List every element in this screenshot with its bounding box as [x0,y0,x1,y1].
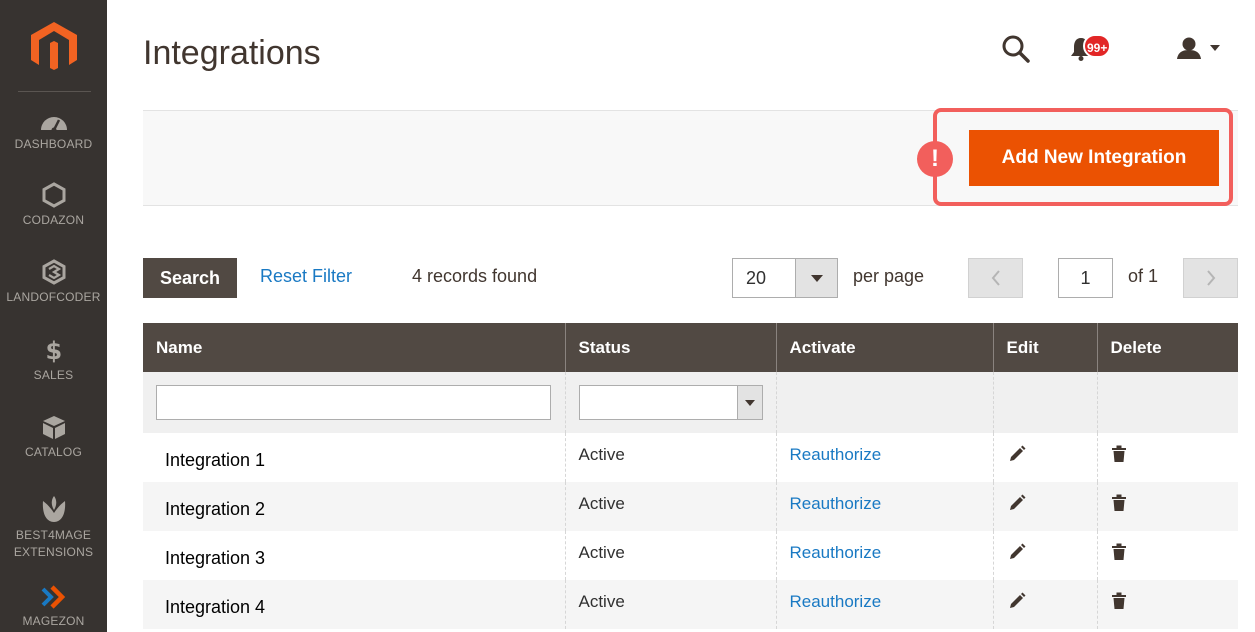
edit-cell [993,580,1098,629]
column-header-status[interactable]: Status [565,323,777,372]
reauthorize-link[interactable]: Reauthorize [776,482,994,531]
sidebar-item-landofcoder[interactable]: LANDOFCODER [0,259,107,306]
chevron-down-icon [1210,45,1220,51]
table-row[interactable]: Integration 4 Active Reauthorize [143,580,1238,629]
alert-icon: ! [917,141,953,177]
integration-name: Integration 2 [143,482,566,531]
sidebar-item-codazon[interactable]: CODAZON [0,182,107,229]
per-page-label: per page [853,266,925,286]
sidebar-item-label: CODAZON [22,213,85,227]
landofcoder-logo-icon [42,259,65,285]
integration-status: Active [565,482,777,531]
column-header-edit: Edit [993,323,1098,372]
integration-name: Integration 3 [143,531,566,580]
next-page-button[interactable] [1183,258,1238,298]
pencil-icon[interactable] [1007,444,1027,464]
sidebar-item-label: LANDOFCODER [6,290,101,304]
dashboard-gauge-icon [40,117,67,132]
grid-header-row: Name Status Activate Edit Delete [143,323,1238,372]
pencil-icon[interactable] [1007,542,1027,562]
edit-cell [993,433,1098,482]
per-page-select[interactable]: 20 [732,258,838,298]
page-title: Integrations [143,34,321,72]
status-filter-select[interactable] [578,385,763,420]
notification-count-badge[interactable]: 99+ [1083,34,1112,58]
sidebar-item-label: CATALOG [25,445,82,459]
chevron-down-icon[interactable] [736,386,762,419]
pencil-icon[interactable] [1007,493,1027,513]
edit-cell [993,482,1098,531]
sidebar-divider [18,91,91,92]
total-pages-label: of 1 [1128,266,1159,286]
reauthorize-link[interactable]: Reauthorize [776,580,994,629]
sidebar-item-label: BEST4MAGE [15,528,92,542]
hexagon-icon [42,182,65,208]
chevron-down-icon[interactable] [795,259,837,297]
pencil-icon[interactable] [1007,591,1027,611]
sidebar-item-sales[interactable]: $ SALES [0,337,107,384]
sidebar-item-best4mage[interactable]: BEST4MAGE EXTENSIONS [0,495,107,561]
table-row[interactable]: Integration 3 Active Reauthorize [143,531,1238,580]
trash-icon[interactable] [1111,591,1127,611]
grid-filter-row [143,372,1238,433]
integration-status: Active [565,531,777,580]
integration-status: Active [565,433,777,482]
chevron-right-icon [1206,270,1215,286]
integration-name: Integration 1 [143,433,566,482]
delete-cell [1097,482,1238,531]
column-header-delete: Delete [1097,323,1238,372]
sidebar-item-label: SALES [33,368,74,382]
search-button[interactable]: Search [143,258,237,298]
sidebar-item-label: MAGEZON [22,614,85,628]
sidebar-item-dashboard[interactable]: DASHBOARD [0,110,107,153]
integration-status: Active [565,580,777,629]
integration-name: Integration 4 [143,580,566,629]
reauthorize-link[interactable]: Reauthorize [776,531,994,580]
trash-icon[interactable] [1111,493,1127,513]
svg-text:$: $ [45,337,62,363]
sidebar-item-label: EXTENSIONS [13,545,94,559]
tulip-icon [42,496,65,522]
chevron-left-icon [991,270,1000,286]
sidebar-item-catalog[interactable]: CATALOG [0,414,107,461]
reauthorize-link[interactable]: Reauthorize [776,433,994,482]
table-row[interactable]: Integration 1 Active Reauthorize [143,433,1238,482]
integrations-grid: Name Status Activate Edit Delete Integra… [143,323,1238,629]
records-found-count: 4 records found [412,266,538,286]
magento-logo-icon[interactable] [31,22,77,70]
trash-icon[interactable] [1111,542,1127,562]
per-page-value: 20 [746,268,767,288]
delete-cell [1097,531,1238,580]
edit-cell [993,531,1098,580]
current-page-input[interactable]: 1 [1058,258,1113,298]
reset-filter-link[interactable]: Reset Filter [260,266,352,287]
column-header-activate: Activate [776,323,994,372]
dollar-icon: $ [45,337,62,363]
magezon-logo-icon [41,585,65,609]
name-filter-input[interactable] [156,385,551,420]
trash-icon[interactable] [1111,444,1127,464]
previous-page-button[interactable] [968,258,1023,298]
cube-icon [42,416,65,439]
search-icon[interactable] [1001,34,1031,64]
add-new-integration-button[interactable]: Add New Integration [969,130,1219,186]
table-row[interactable]: Integration 2 Active Reauthorize [143,482,1238,531]
user-account-icon[interactable] [1176,36,1224,62]
sidebar-item-label: DASHBOARD [14,137,93,151]
admin-sidebar: DASHBOARD CODAZON LANDOFCODER $ SALES CA… [0,0,107,632]
delete-cell [1097,580,1238,629]
sidebar-item-magezon[interactable]: MAGEZON [0,585,107,630]
column-header-name[interactable]: Name [143,323,566,372]
delete-cell [1097,433,1238,482]
